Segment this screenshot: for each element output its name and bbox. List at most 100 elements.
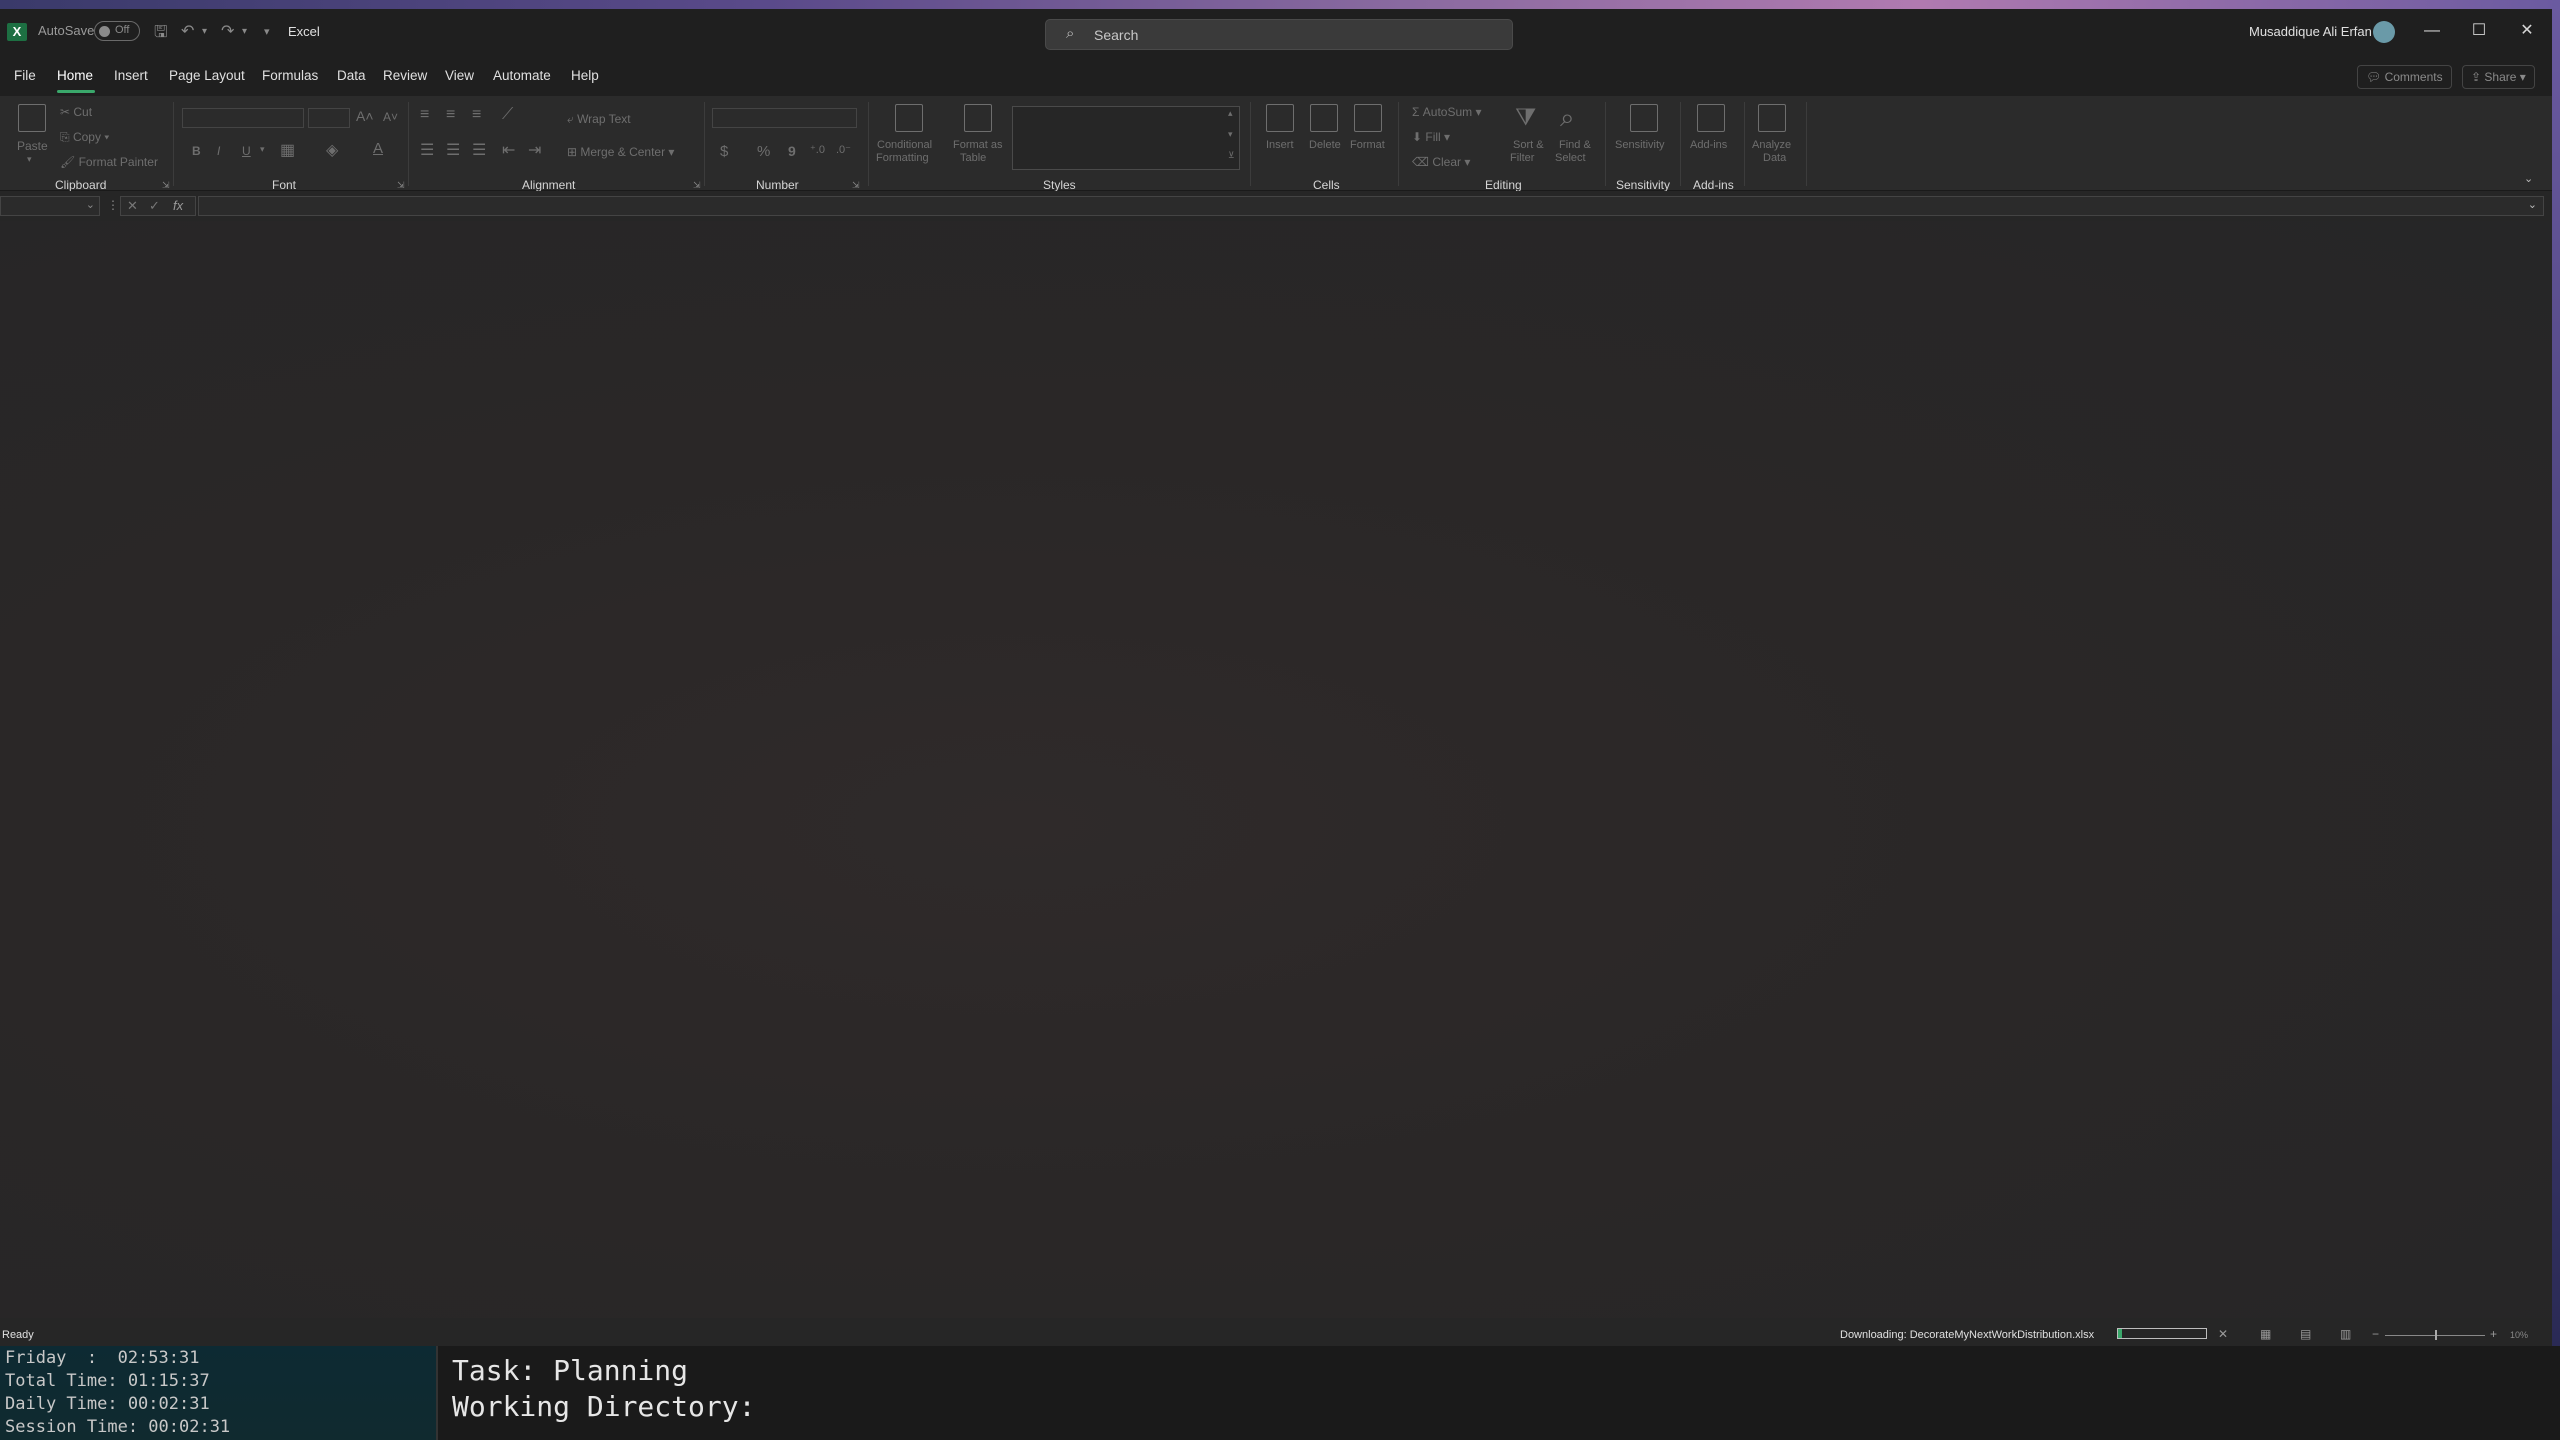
comments-button[interactable]: 💬︎ Comments [2357, 65, 2452, 89]
close-icon[interactable]: ✕ [2517, 21, 2537, 41]
share-button[interactable]: ⇪ Share ▾ [2462, 65, 2535, 89]
format-painter-button[interactable]: 🖌︎ Format Painter [60, 155, 158, 169]
fill-button[interactable]: ⬇ Fill ▾ [1412, 130, 1450, 144]
currency-button[interactable]: $ [720, 143, 728, 160]
format-cells-button[interactable]: Format [1350, 139, 1385, 151]
tab-help[interactable]: Help [571, 68, 599, 83]
delete-cells-icon[interactable] [1310, 104, 1338, 132]
bold-button[interactable]: B [192, 144, 201, 158]
align-middle-icon[interactable]: ≡ [446, 106, 455, 124]
font-size-dropdown[interactable] [308, 108, 350, 128]
formula-input[interactable]: ⌄ [198, 196, 2544, 216]
align-right-icon[interactable]: ☰ [472, 140, 486, 160]
zoom-out-icon[interactable]: − [2372, 1327, 2379, 1341]
increase-font-icon[interactable]: A˄ [356, 108, 374, 124]
number-format-dropdown[interactable] [712, 108, 857, 128]
format-as-table-label-1[interactable]: Format as [953, 139, 1003, 151]
comma-style-button[interactable]: 9 [788, 143, 796, 159]
increase-decimal-icon[interactable]: ⁺.0 [810, 143, 825, 156]
tab-automate[interactable]: Automate [493, 68, 551, 83]
cancel-download-icon[interactable]: ✕ [2218, 1327, 2228, 1341]
format-as-table-icon[interactable] [964, 104, 992, 132]
underline-dropdown-icon[interactable]: ▾ [260, 144, 265, 155]
fill-color-icon[interactable]: ◈ [326, 140, 338, 160]
wrap-text-button[interactable]: ⤶ Wrap Text [567, 112, 631, 127]
alignment-launcher-icon[interactable]: ⇲ [693, 180, 701, 191]
decrease-decimal-icon[interactable]: .0⁻ [836, 143, 851, 156]
decrease-font-icon[interactable]: A˅ [383, 110, 398, 124]
find-select-icon[interactable]: ⌕ [1560, 102, 1575, 134]
save-icon[interactable]: 🖫 [154, 21, 168, 48]
align-bottom-icon[interactable]: ≡ [472, 106, 481, 124]
number-launcher-icon[interactable]: ⇲ [852, 180, 860, 191]
formula-bar-grip-icon[interactable]: ⋮ [107, 198, 119, 212]
cell-styles-gallery[interactable] [1012, 106, 1240, 170]
redo-dropdown-icon[interactable]: ▾ [242, 26, 247, 37]
maximize-icon[interactable]: ☐ [2469, 21, 2489, 41]
add-ins-icon[interactable] [1697, 104, 1725, 132]
copy-button[interactable]: ⎘ Copy ▾ [60, 130, 109, 145]
tab-view[interactable]: View [445, 68, 474, 83]
enter-icon[interactable]: ✓ [149, 198, 160, 214]
expand-formula-icon[interactable]: ⌄ [2528, 198, 2537, 211]
paste-dropdown-icon[interactable]: ▾ [27, 154, 32, 165]
conditional-formatting-icon[interactable] [895, 104, 923, 132]
delete-cells-button[interactable]: Delete [1309, 139, 1341, 151]
tab-formulas[interactable]: Formulas [262, 68, 318, 83]
sensitivity-button[interactable]: Sensitivity [1615, 139, 1665, 151]
tab-insert[interactable]: Insert [114, 68, 148, 83]
tab-page-layout[interactable]: Page Layout [169, 68, 245, 83]
minimize-icon[interactable]: — [2422, 21, 2442, 41]
add-ins-button[interactable]: Add-ins [1690, 139, 1727, 151]
borders-icon[interactable]: ▦ [280, 140, 295, 160]
conditional-formatting-label-2[interactable]: Formatting [876, 152, 929, 164]
gallery-down-icon[interactable]: ▾ [1228, 129, 1233, 140]
percent-button[interactable]: % [757, 143, 770, 160]
sort-filter-icon[interactable]: ⧩ [1515, 104, 1536, 132]
undo-dropdown-icon[interactable]: ▾ [202, 26, 207, 37]
collapse-ribbon-icon[interactable]: ⌄ [2524, 172, 2533, 185]
decrease-indent-icon[interactable]: ⇤ [502, 140, 515, 160]
name-box-dropdown-icon[interactable]: ⌄ [86, 198, 95, 211]
format-cells-icon[interactable] [1354, 104, 1382, 132]
sort-filter-label-1[interactable]: Sort & [1513, 139, 1544, 151]
format-as-table-label-2[interactable]: Table [960, 152, 986, 164]
tab-review[interactable]: Review [383, 68, 427, 83]
find-select-label-2[interactable]: Select [1555, 152, 1586, 164]
conditional-formatting-label-1[interactable]: Conditional [877, 139, 932, 151]
analyze-data-icon[interactable] [1758, 104, 1786, 132]
normal-view-icon[interactable]: ▦ [2260, 1327, 2271, 1341]
clipboard-launcher-icon[interactable]: ⇲ [162, 180, 170, 191]
insert-cells-button[interactable]: Insert [1266, 139, 1294, 151]
italic-button[interactable]: I [217, 144, 220, 158]
clear-button[interactable]: ⌫ Clear ▾ [1412, 155, 1470, 169]
merge-center-button[interactable]: ⊞ Merge & Center ▾ [567, 145, 674, 159]
zoom-in-icon[interactable]: + [2490, 1327, 2497, 1341]
user-name[interactable]: Musaddique Ali Erfan [2249, 24, 2372, 39]
orientation-icon[interactable]: ⟋ [502, 106, 513, 124]
find-select-label-1[interactable]: Find & [1559, 139, 1591, 151]
underline-button[interactable]: U [242, 144, 251, 158]
sensitivity-icon[interactable] [1630, 104, 1658, 132]
customize-qat-icon[interactable]: ▾ [264, 25, 270, 38]
font-name-dropdown[interactable] [182, 108, 304, 128]
cancel-icon[interactable]: ✕ [127, 198, 138, 214]
paste-icon[interactable] [18, 104, 46, 132]
align-top-icon[interactable]: ≡ [420, 106, 429, 124]
insert-function-icon[interactable]: fx [173, 198, 183, 213]
cut-button[interactable]: ✂ Cut [60, 105, 92, 119]
tab-data[interactable]: Data [337, 68, 366, 83]
analyze-data-label-2[interactable]: Data [1763, 152, 1786, 164]
redo-icon[interactable]: ↷ [221, 21, 234, 41]
increase-indent-icon[interactable]: ⇥ [528, 140, 541, 160]
page-layout-view-icon[interactable]: ▤ [2300, 1327, 2311, 1341]
sort-filter-label-2[interactable]: Filter [1510, 152, 1534, 164]
font-launcher-icon[interactable]: ⇲ [397, 180, 405, 191]
zoom-slider-thumb[interactable] [2435, 1330, 2437, 1340]
search-box[interactable]: ⌕ Search [1045, 19, 1513, 50]
name-box[interactable]: ⌄ [0, 196, 100, 216]
insert-cells-icon[interactable] [1266, 104, 1294, 132]
analyze-data-label-1[interactable]: Analyze [1752, 139, 1791, 151]
autosave-toggle[interactable]: Off [94, 21, 140, 41]
tab-file[interactable]: File [14, 68, 36, 83]
